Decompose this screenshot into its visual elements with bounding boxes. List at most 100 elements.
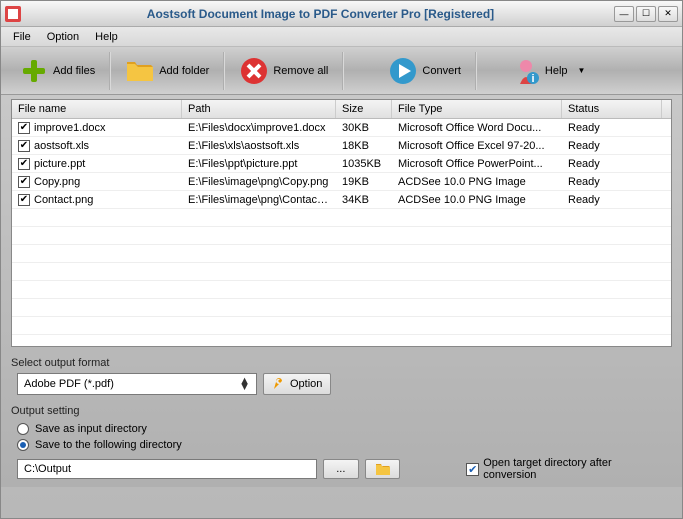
table-row-empty: [12, 227, 671, 245]
table-row[interactable]: ✔ Copy.png E:\Files\image\png\Copy.png19KB…: [12, 173, 671, 191]
open-folder-button[interactable]: [365, 459, 401, 479]
svg-text:i: i: [531, 73, 534, 85]
option-button[interactable]: Option: [263, 373, 331, 395]
table-row[interactable]: ✔aostsoft.xlsE:\Files\xls\aostsoft.xls18…: [12, 137, 671, 155]
add-folder-label: Add folder: [159, 65, 209, 77]
add-folder-button[interactable]: Add folder: [115, 52, 219, 90]
col-size[interactable]: Size: [336, 100, 392, 118]
folder-icon: [125, 56, 155, 86]
window-title: Aostsoft Document Image to PDF Converter…: [27, 7, 614, 21]
titlebar: Aostsoft Document Image to PDF Converter…: [1, 1, 682, 27]
row-checkbox[interactable]: ✔: [18, 122, 30, 134]
col-status[interactable]: Status: [562, 100, 662, 118]
table-row-empty: [12, 281, 671, 299]
close-button[interactable]: ✕: [658, 6, 678, 22]
toolbar: Add files Add folder Remove all Convert …: [1, 47, 682, 95]
cell-status: Ready: [562, 157, 662, 171]
table-row[interactable]: ✔ Contact.png E:\Files\image\png\Contact..…: [12, 191, 671, 209]
cell-size: 34KB: [336, 193, 392, 207]
cell-status: Ready: [562, 193, 662, 207]
cell-filetype: ACDSee 10.0 PNG Image: [392, 193, 562, 207]
radio-save-input-label: Save as input directory: [35, 423, 147, 435]
remove-all-button[interactable]: Remove all: [229, 52, 338, 90]
menu-file[interactable]: File: [5, 29, 39, 45]
open-target-label: Open target directory after conversion: [483, 457, 666, 481]
cell-status: Ready: [562, 175, 662, 189]
format-section: Select output format Adobe PDF (*.pdf) ▲…: [11, 357, 672, 395]
cell-status: Ready: [562, 121, 662, 135]
add-files-label: Add files: [53, 65, 95, 77]
col-path[interactable]: Path: [182, 100, 336, 118]
file-grid: File name Path Size File Type Status ✔ im…: [11, 99, 672, 347]
browse-button[interactable]: ...: [323, 459, 359, 479]
cell-filetype: Microsoft Office Excel 97-20...: [392, 139, 562, 153]
help-label: Help: [545, 65, 568, 77]
cell-path: E:\Files\image\png\Contact....: [182, 193, 336, 207]
maximize-button[interactable]: ☐: [636, 6, 656, 22]
remove-icon: [239, 56, 269, 86]
chevron-down-icon: ▼: [578, 66, 586, 75]
content-area: File name Path Size File Type Status ✔ im…: [1, 95, 682, 487]
wrench-icon: [272, 377, 286, 391]
app-window: Aostsoft Document Image to PDF Converter…: [0, 0, 683, 519]
cell-filetype: Microsoft Office PowerPoint...: [392, 157, 562, 171]
cell-status: Ready: [562, 139, 662, 153]
cell-path: E:\Files\image\png\Copy.png: [182, 175, 336, 189]
format-label: Select output format: [11, 357, 672, 369]
output-path-input[interactable]: C:\Output: [17, 459, 317, 479]
app-icon: [5, 6, 21, 22]
menu-option[interactable]: Option: [39, 29, 87, 45]
folder-open-icon: [375, 462, 391, 476]
minimize-button[interactable]: —: [614, 6, 634, 22]
row-checkbox[interactable]: ✔: [18, 140, 30, 152]
radio-save-input[interactable]: Save as input directory: [17, 423, 666, 435]
cell-size: 1035KB: [336, 157, 392, 171]
menubar: File Option Help: [1, 27, 682, 47]
menu-help[interactable]: Help: [87, 29, 126, 45]
output-section: Output setting Save as input directory S…: [11, 405, 672, 483]
table-row[interactable]: ✔picture.pptE:\Files\ppt\picture.ppt1035…: [12, 155, 671, 173]
option-label: Option: [290, 378, 322, 390]
row-checkbox[interactable]: ✔: [18, 176, 30, 188]
cell-filename: improve1.docx: [34, 122, 106, 134]
cell-size: 19KB: [336, 175, 392, 189]
row-checkbox[interactable]: ✔: [18, 158, 30, 170]
convert-button[interactable]: Convert: [378, 52, 471, 90]
cell-filename: aostsoft.xls: [34, 140, 89, 152]
stepper-arrows-icon: ▲▼: [239, 378, 250, 390]
cell-path: E:\Files\docx\improve1.docx: [182, 121, 336, 135]
help-button[interactable]: i Help ▼: [501, 52, 596, 90]
radio-save-following-label: Save to the following directory: [35, 439, 182, 451]
format-selected: Adobe PDF (*.pdf): [24, 378, 114, 390]
table-row-empty: [12, 209, 671, 227]
row-checkbox[interactable]: ✔: [18, 194, 30, 206]
window-controls: — ☐ ✕: [614, 6, 678, 22]
cell-path: E:\Files\ppt\picture.ppt: [182, 157, 336, 171]
table-row[interactable]: ✔ improve1.docx E:\Files\docx\improve1.doc…: [12, 119, 671, 137]
cell-size: 18KB: [336, 139, 392, 153]
play-icon: [388, 56, 418, 86]
add-files-button[interactable]: Add files: [9, 52, 105, 90]
format-select[interactable]: Adobe PDF (*.pdf) ▲▼: [17, 373, 257, 395]
cell-filetype: Microsoft Office Word Docu...: [392, 121, 562, 135]
radio-icon: [17, 423, 29, 435]
table-row-empty: [12, 299, 671, 317]
open-target-checkbox[interactable]: ✔ Open target directory after conversion: [466, 457, 666, 481]
separator: [342, 52, 344, 90]
col-filetype[interactable]: File Type: [392, 100, 562, 118]
cell-filename: Copy.png: [34, 176, 80, 188]
separator: [109, 52, 111, 90]
checkbox-icon: ✔: [466, 463, 479, 476]
separator: [223, 52, 225, 90]
table-row-empty: [12, 335, 671, 347]
radio-save-following[interactable]: Save to the following directory: [17, 439, 666, 451]
col-filename[interactable]: File name: [12, 100, 182, 118]
help-icon: i: [511, 56, 541, 86]
table-row-empty: [12, 245, 671, 263]
radio-icon: [17, 439, 29, 451]
convert-label: Convert: [422, 65, 461, 77]
grid-header: File name Path Size File Type Status: [12, 100, 671, 119]
remove-all-label: Remove all: [273, 65, 328, 77]
cell-filename: Contact.png: [34, 194, 93, 206]
plus-icon: [19, 56, 49, 86]
